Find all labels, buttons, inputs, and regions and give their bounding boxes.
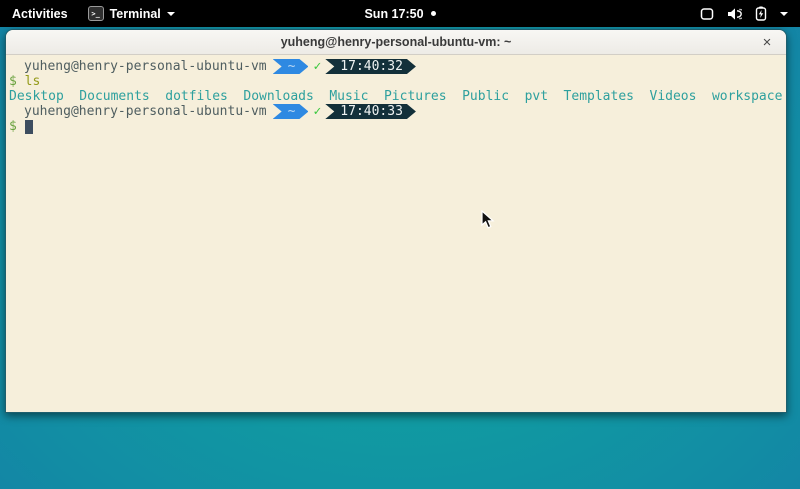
directory-item: dotfiles (165, 89, 228, 104)
prompt-timestamp: 17:40:32 (340, 59, 403, 74)
prompt-path: ~ (288, 59, 296, 74)
window-titlebar[interactable]: yuheng@henry-personal-ubuntu-vm: ~ × (6, 30, 786, 55)
prompt-path: ~ (288, 104, 296, 119)
terminal-content[interactable]: yuheng@henry-personal-ubuntu-vm ~ ✓ 17:4… (6, 55, 786, 412)
prompt-symbol: $ (9, 74, 17, 89)
directory-item: Documents (79, 89, 149, 104)
prompt-timestamp: 17:40:33 (340, 104, 403, 119)
clock-button[interactable]: Sun 17:50 (364, 0, 435, 27)
chevron-down-icon (780, 12, 788, 16)
system-menu-button[interactable] (688, 0, 800, 27)
prompt-time-segment: 17:40:32 (325, 59, 416, 74)
app-menu-label: Terminal (110, 7, 161, 21)
directory-item: Music (329, 89, 368, 104)
prompt-user-host: yuheng@henry-personal-ubuntu-vm (24, 59, 267, 74)
typed-command: ls (25, 74, 41, 89)
prompt-path-segment: ~ (273, 104, 309, 119)
directory-item: Templates (564, 89, 634, 104)
prompt-user-host: yuheng@henry-personal-ubuntu-vm (24, 104, 267, 119)
command-line: $ ls (9, 74, 786, 89)
directory-item: Desktop (9, 89, 64, 104)
directory-item: Pictures (384, 89, 447, 104)
terminal-app-icon: >_ (88, 6, 104, 21)
current-command-line[interactable]: $ (9, 119, 786, 134)
prompt-symbol: $ (9, 119, 17, 134)
activities-button[interactable]: Activities (0, 0, 80, 27)
app-menu-button[interactable]: >_ Terminal (80, 0, 183, 27)
directory-item: pvt (525, 89, 548, 104)
top-bar: Activities >_ Terminal Sun 17:50 (0, 0, 800, 27)
status-check-icon: ✓ (313, 104, 321, 119)
top-bar-left: Activities >_ Terminal (0, 0, 183, 27)
prompt-time-segment: 17:40:33 (325, 104, 416, 119)
volume-icon (727, 7, 742, 21)
desktop-background: Activities >_ Terminal Sun 17:50 (0, 0, 800, 489)
clock-label: Sun 17:50 (364, 7, 423, 21)
directory-item: Downloads (243, 89, 313, 104)
directory-item: Public (462, 89, 509, 104)
prompt-path-segment: ~ (273, 59, 309, 74)
screen-icon (700, 7, 714, 21)
chevron-down-icon (167, 12, 175, 16)
battery-charging-icon (755, 6, 767, 21)
directory-item: workspace (712, 89, 782, 104)
ls-output-line: Desktop Documents dotfiles Downloads Mus… (9, 89, 786, 104)
prompt-line: yuheng@henry-personal-ubuntu-vm ~ ✓ 17:4… (9, 104, 786, 119)
window-title: yuheng@henry-personal-ubuntu-vm: ~ (281, 35, 512, 49)
status-check-icon: ✓ (313, 59, 321, 74)
terminal-cursor (25, 120, 33, 134)
prompt-line: yuheng@henry-personal-ubuntu-vm ~ ✓ 17:4… (9, 59, 786, 74)
directory-item: Videos (650, 89, 697, 104)
terminal-window: yuheng@henry-personal-ubuntu-vm: ~ × yuh… (5, 29, 787, 413)
notification-dot-icon (431, 11, 436, 16)
close-button[interactable]: × (756, 30, 778, 54)
